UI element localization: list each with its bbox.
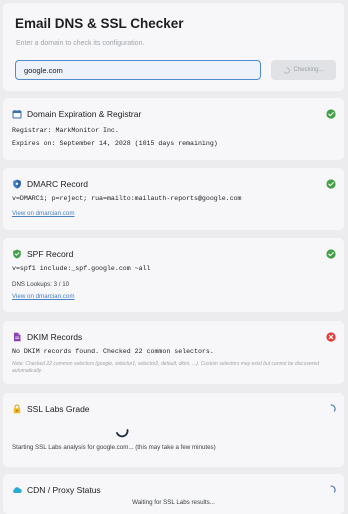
error-x-icon bbox=[326, 332, 336, 342]
loading-spinner-icon bbox=[284, 66, 291, 74]
domain-input[interactable] bbox=[15, 60, 261, 80]
dkim-message-text: No DKIM records found. Checked 22 common… bbox=[12, 348, 214, 355]
loading-spinner-icon bbox=[116, 429, 129, 438]
card-title: Domain Expiration & Registrar bbox=[27, 109, 142, 119]
dkim-note-text: Note: Checked 22 common selectors (googl… bbox=[12, 361, 320, 374]
header-panel: Email DNS & SSL Checker Enter a domain t… bbox=[3, 3, 344, 91]
calendar-icon bbox=[12, 109, 22, 119]
card-title: SPF Record bbox=[27, 249, 74, 259]
card-title: SSL Labs Grade bbox=[27, 404, 90, 414]
registrar-text: Registrar: MarkMonitor Inc. bbox=[12, 127, 119, 134]
card-title: DMARC Record bbox=[27, 179, 88, 189]
ssl-labs-card: SSL Labs Grade Starting SSL Labs analysi… bbox=[3, 393, 344, 467]
cdn-status-text: Waiting for SSL Labs results... bbox=[132, 499, 215, 506]
spf-card: SPF Record v=spf1 include:_spf.google.co… bbox=[3, 238, 344, 312]
ssl-status-text: Starting SSL Labs analysis for google.co… bbox=[12, 444, 216, 451]
loading-spinner-icon bbox=[330, 485, 336, 493]
check-button-label: Checking... bbox=[293, 67, 324, 73]
document-icon bbox=[12, 332, 22, 342]
page-title: Email DNS & SSL Checker bbox=[15, 16, 184, 31]
dmarcian-link[interactable]: View on dmarcian.com bbox=[12, 293, 74, 300]
shield-icon bbox=[12, 179, 22, 189]
shield-check-icon bbox=[12, 249, 22, 259]
card-title: DKIM Records bbox=[27, 332, 83, 342]
expiration-text: Expires on: September 14, 2028 (1015 day… bbox=[12, 140, 218, 147]
card-title: CDN / Proxy Status bbox=[27, 485, 101, 495]
cdn-proxy-card: CDN / Proxy Status Waiting for SSL Labs … bbox=[3, 474, 344, 514]
dmarcian-link[interactable]: View on dmarcian.com bbox=[12, 210, 74, 217]
dmarc-record-text: v=DMARC1; p=reject; rua=mailto:mailauth-… bbox=[12, 195, 242, 202]
dkim-card: DKIM Records No DKIM records found. Chec… bbox=[3, 321, 344, 384]
spf-record-text: v=spf1 include:_spf.google.com ~all bbox=[12, 265, 151, 272]
page-subtitle: Enter a domain to check its configuratio… bbox=[16, 40, 145, 47]
cloud-icon bbox=[12, 485, 22, 495]
lock-icon bbox=[12, 404, 22, 414]
domain-expiration-card: Domain Expiration & Registrar Registrar:… bbox=[3, 98, 344, 160]
loading-spinner-icon bbox=[330, 404, 336, 412]
success-check-icon bbox=[326, 249, 336, 259]
dns-lookups-text: DNS Lookups: 3 / 10 bbox=[12, 281, 70, 288]
success-check-icon bbox=[326, 109, 336, 119]
success-check-icon bbox=[326, 179, 336, 189]
dmarc-card: DMARC Record v=DMARC1; p=reject; rua=mai… bbox=[3, 168, 344, 230]
check-button[interactable]: Checking... bbox=[271, 60, 336, 80]
